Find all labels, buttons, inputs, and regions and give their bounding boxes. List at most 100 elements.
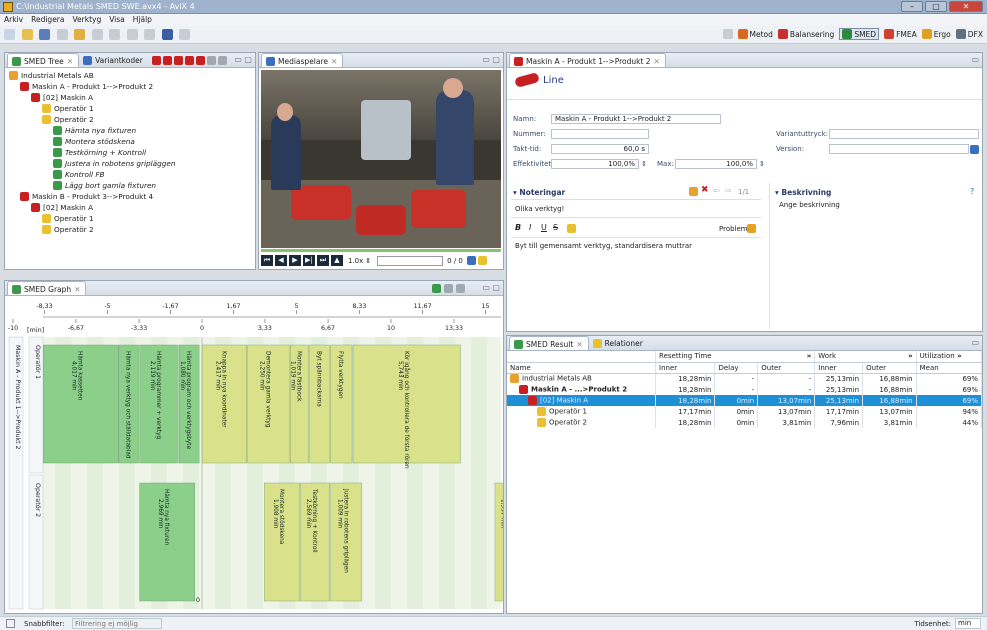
tree-item[interactable]: Maskin A - Produkt 1-->Produkt 2 [9, 81, 251, 92]
result-row[interactable]: Industrial Metals AB 18,28min - -25,13min 16… [507, 373, 983, 384]
next-note-icon[interactable]: ⇨ [725, 186, 732, 195]
note-title[interactable]: Olika verktyg! [515, 205, 564, 213]
col-outer[interactable]: Outer [757, 362, 816, 374]
open-perspective-icon[interactable] [722, 29, 733, 39]
menu-redigera[interactable]: Redigera [27, 14, 68, 25]
max-spinner-icon[interactable]: ⇕ [759, 160, 765, 168]
step-back-icon[interactable]: ◀ [275, 255, 287, 266]
add-station-icon[interactable] [162, 56, 172, 65]
menu-verktyg[interactable]: Verktyg [68, 14, 105, 25]
variant-expression-field[interactable] [829, 129, 979, 139]
print-icon[interactable] [56, 29, 68, 40]
col-name[interactable]: Name [507, 362, 657, 374]
max-field[interactable]: 100,0% [675, 159, 757, 169]
italic-button[interactable]: I [529, 223, 531, 232]
tree-item[interactable]: [02] Maskin A [9, 92, 251, 103]
smed-gantt-chart[interactable]: [min]-11,67-8,33-5-1,671,6758,3311,67151… [5, 297, 503, 613]
perspective-metod[interactable]: Metod [737, 29, 773, 39]
play-icon[interactable]: ▶ [289, 255, 301, 266]
new-icon[interactable] [4, 29, 15, 40]
prev-note-icon[interactable]: ⇦ [713, 186, 720, 195]
delete-note-icon[interactable]: ✖ [701, 185, 709, 195]
filter-icon[interactable] [91, 29, 103, 40]
efficiency-field[interactable]: 100,0% [551, 159, 639, 169]
snapshot-icon[interactable] [477, 256, 487, 265]
tree-item[interactable]: Hämta nya fixturen [9, 125, 251, 136]
group-header-resetting[interactable]: Resetting Time» [655, 351, 816, 363]
close-tab-icon[interactable]: ✕ [331, 57, 337, 66]
underline-button[interactable]: U [541, 223, 547, 232]
variant-icon[interactable] [74, 29, 86, 40]
panel-minmax-icon[interactable]: ▭ ▢ [482, 55, 500, 64]
description-field[interactable]: Ange beskrivning [779, 201, 840, 209]
maximize-button[interactable]: □ [925, 1, 947, 12]
panel-minmax-icon[interactable]: ▭ ▢ [482, 283, 500, 292]
panel-minmax-icon[interactable]: ▭ [971, 55, 979, 64]
perspective-dfx[interactable]: DFX [955, 29, 983, 39]
paste-icon[interactable] [144, 29, 156, 40]
expand-icon[interactable] [206, 56, 216, 65]
tree-item[interactable]: Operatör 1 [9, 103, 251, 114]
tree-item[interactable]: Operatör 2 [9, 114, 251, 125]
number-field[interactable] [551, 129, 649, 139]
tree-item[interactable]: Lägg bort gamla fixturen [9, 180, 251, 191]
col-work-outer[interactable]: Outer [862, 362, 917, 374]
tab-variantkoder[interactable]: Variantkoder [79, 53, 148, 67]
tab-smed-graph[interactable]: SMED Graph ✕ [7, 281, 87, 295]
add-operator-icon[interactable] [184, 56, 194, 65]
problem-flag-icon[interactable] [747, 224, 756, 233]
col-work-inner[interactable]: Inner [814, 362, 864, 374]
quick-filter-input[interactable] [72, 618, 162, 629]
export-icon[interactable] [432, 284, 441, 293]
note-body[interactable]: Byt till gemensamt verktyg, standardiser… [511, 237, 761, 327]
col-mean[interactable]: Mean [916, 362, 983, 374]
version-picker-icon[interactable] [970, 145, 979, 154]
bold-button[interactable]: B [515, 223, 521, 232]
eject-icon[interactable]: ▲ [331, 255, 343, 266]
menu-hjalp[interactable]: Hjälp [129, 14, 156, 25]
tab-editor[interactable]: Maskin A - Produkt 1-->Produkt 2 ✕ [509, 53, 666, 67]
strikethrough-button[interactable]: S [553, 223, 558, 232]
time-unit-select[interactable]: min [955, 618, 981, 629]
close-button[interactable]: ✕ [949, 1, 983, 12]
copy-icon[interactable] [126, 29, 138, 40]
menu-visa[interactable]: Visa [105, 14, 129, 25]
result-row[interactable]: Operatör 1 17,17min 0min 13,07min 17,17min 13… [507, 406, 983, 417]
close-tab-icon[interactable]: ✕ [74, 285, 80, 294]
zoom-value[interactable]: 1.0x [348, 257, 363, 265]
tree-item[interactable]: Industrial Metals AB [9, 70, 251, 81]
menu-arkiv[interactable]: Arkiv [0, 14, 27, 25]
takt-field[interactable]: 60,0 s [551, 144, 649, 154]
highlight-icon[interactable] [567, 224, 576, 233]
step-forward-icon[interactable]: ▶| [303, 255, 315, 266]
tree-item[interactable]: Testkörning + Kontroll [9, 147, 251, 158]
col-delay[interactable]: Delay [714, 362, 759, 374]
notes-section-header[interactable]: ▾ Noteringar [513, 188, 565, 197]
skip-end-icon[interactable]: ⏭ [317, 255, 329, 266]
tab-smed-tree[interactable]: SMED Tree ✕ [7, 53, 80, 67]
add-task-icon[interactable] [195, 56, 205, 65]
result-row[interactable]: [02] Maskin A 18,28min 0min 13,07min 25,13mi… [507, 395, 983, 406]
name-field[interactable]: Maskin A - Produkt 1-->Produkt 2 [551, 114, 721, 124]
tab-relationer[interactable]: Relationer [589, 336, 648, 350]
cut-icon[interactable] [109, 29, 121, 40]
perspective-balansering[interactable]: Balansering [777, 29, 834, 39]
group-header-work[interactable]: Work» [814, 351, 917, 363]
add-note-icon[interactable] [689, 187, 698, 196]
help-icon[interactable]: ? [970, 187, 974, 196]
tree-item[interactable]: Kontroll FB [9, 169, 251, 180]
window-icon[interactable] [161, 29, 173, 40]
group-header-utilization[interactable]: Utilization » [916, 351, 983, 363]
save-icon[interactable] [39, 29, 51, 40]
version-field[interactable] [829, 144, 969, 154]
media-position-field[interactable] [377, 255, 444, 266]
tree-item[interactable]: Operatör 2 [9, 224, 251, 235]
minimize-button[interactable]: – [901, 1, 923, 12]
close-tab-icon[interactable]: ✕ [576, 340, 582, 349]
settings-icon[interactable] [179, 29, 191, 40]
perspective-smed[interactable]: SMED [839, 28, 880, 40]
fit-icon[interactable] [456, 284, 465, 293]
tab-mediaspelare[interactable]: Mediaspelare ✕ [261, 53, 344, 67]
description-section-header[interactable]: ▾ Beskrivning [775, 188, 831, 197]
tree-item[interactable]: Operatör 1 [9, 213, 251, 224]
